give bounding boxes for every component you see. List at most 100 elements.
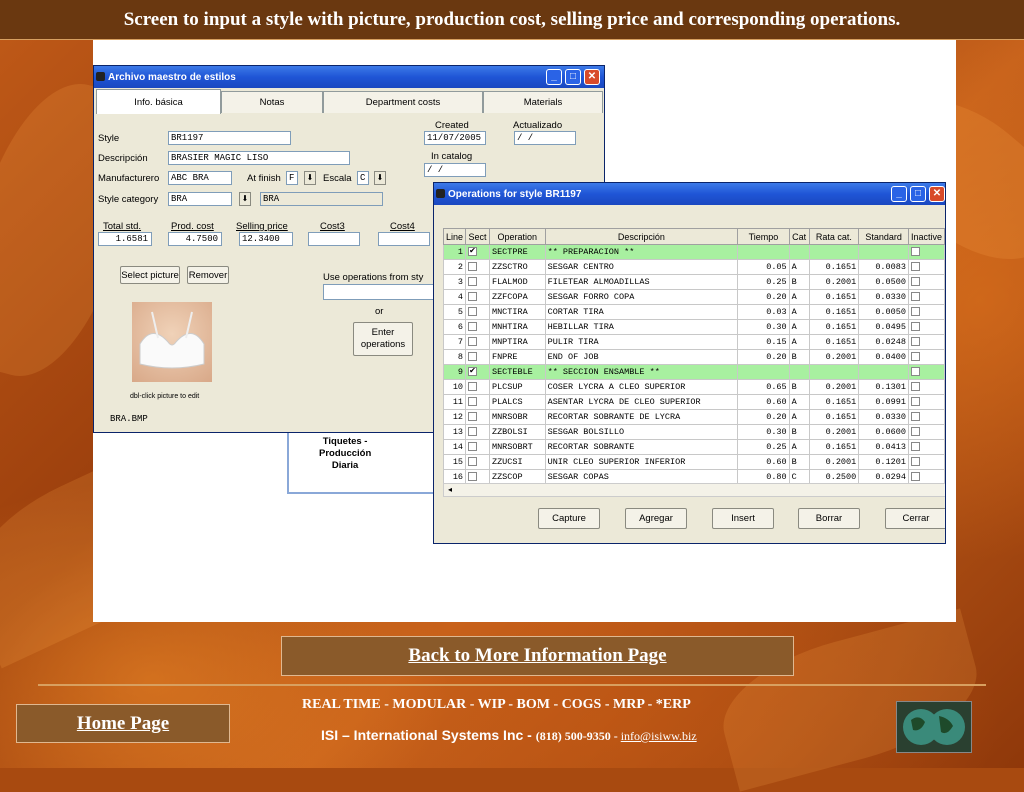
inactive-checkbox[interactable]	[907, 409, 945, 425]
enter-operations-button[interactable]: Enter operations	[353, 322, 413, 356]
tab-info-basica[interactable]: Info. básica	[96, 89, 221, 114]
table-row[interactable]: 15 ZZUCSI UNIR CLEO SUPERIOR INFERIOR 0.60 B…	[442, 454, 945, 470]
created-field[interactable]: 11/07/2005	[424, 131, 486, 145]
inactive-checkbox[interactable]	[907, 439, 945, 455]
product-picture[interactable]	[132, 302, 212, 382]
home-link[interactable]: Home Page	[77, 713, 169, 735]
table-row[interactable]: 5 MNCTIRA CORTAR TIRA 0.03 A 0.1651 0.0050	[442, 304, 945, 320]
table-row[interactable]: 11 PLALCS ASENTAR LYCRA DE CLEO SUPERIOR 0.…	[442, 394, 945, 410]
sect-checkbox[interactable]	[465, 394, 490, 410]
close-button[interactable]: ✕	[584, 69, 600, 85]
table-row[interactable]: 3 FLALMOD FILETEAR ALMOADILLAS 0.25 B 0.2001 0…	[442, 274, 945, 290]
capture-button[interactable]: Capture	[538, 508, 600, 529]
column-header[interactable]: Inactive	[907, 228, 945, 245]
sect-checkbox[interactable]: ✔	[465, 244, 490, 260]
use-ops-field[interactable]	[323, 284, 443, 300]
column-header[interactable]: Line	[442, 228, 467, 245]
selling-price-field[interactable]: 12.3400	[239, 232, 293, 246]
table-row[interactable]: 10 PLCSUP COSER LYCRA A CLEO SUPERIOR 0.65 B…	[442, 379, 945, 395]
cost4-field[interactable]	[378, 232, 430, 246]
table-row[interactable]: 12 MNRSOBR RECORTAR SOBRANTE DE LYCRA 0.20 A…	[442, 409, 945, 425]
column-header[interactable]: Standard	[858, 228, 909, 245]
inactive-checkbox[interactable]	[907, 304, 945, 320]
tab-notas[interactable]: Notas	[221, 91, 323, 113]
inactive-checkbox[interactable]	[907, 454, 945, 470]
table-row[interactable]: 13 ZZBOLSI SESGAR BOLSILLO 0.30 B 0.2001 0.060…	[442, 424, 945, 440]
manufacturero-field[interactable]: ABC BRA	[168, 171, 232, 185]
maximize-button[interactable]: □	[565, 69, 581, 85]
in-catalog-field[interactable]: / /	[424, 163, 486, 177]
table-row[interactable]: 9 ✔ SECTEBLE ** SECCION ENSAMBLE **	[442, 364, 945, 380]
style-category-dropdown-icon[interactable]: ⬇	[239, 192, 251, 206]
sect-checkbox[interactable]	[465, 454, 490, 470]
table-row[interactable]: 6 MNHTIRA HEBILLAR TIRA 0.30 A 0.1651 0.0495	[442, 319, 945, 335]
back-link-box[interactable]: Back to More Information Page	[281, 636, 794, 676]
tab-materials[interactable]: Materials	[483, 91, 603, 113]
sect-checkbox[interactable]: ✔	[465, 364, 490, 380]
cell-cat: A	[788, 304, 810, 320]
scroll-left-icon[interactable]: ◂	[444, 484, 456, 496]
close-button[interactable]: ✕	[929, 186, 945, 202]
inactive-checkbox[interactable]	[907, 394, 945, 410]
inactive-checkbox[interactable]	[907, 424, 945, 440]
home-link-box[interactable]: Home Page	[16, 704, 230, 743]
total-std-field[interactable]: 1.6581	[98, 232, 152, 246]
inactive-checkbox[interactable]	[907, 274, 945, 290]
table-row[interactable]: 2 ZZSCTRO SESGAR CENTRO 0.05 A 0.1651 0.0083	[442, 259, 945, 275]
style-field[interactable]: BR1197	[168, 131, 291, 145]
agregar-button[interactable]: Agregar	[625, 508, 687, 529]
horizontal-scrollbar[interactable]: ◂	[443, 483, 945, 497]
sect-checkbox[interactable]	[465, 409, 490, 425]
sect-checkbox[interactable]	[465, 424, 490, 440]
actualizado-field[interactable]: / /	[514, 131, 576, 145]
inactive-checkbox[interactable]	[907, 349, 945, 365]
sect-checkbox[interactable]	[465, 289, 490, 305]
tab-department-costs[interactable]: Department costs	[323, 91, 483, 113]
inactive-checkbox[interactable]	[907, 364, 945, 380]
escala-field[interactable]: C	[357, 171, 369, 185]
column-header[interactable]: Tiempo	[737, 228, 790, 245]
prod-cost-field[interactable]: 4.7500	[168, 232, 222, 246]
minimize-button[interactable]: _	[891, 186, 907, 202]
table-row[interactable]: 7 MNPTIRA PULIR TIRA 0.15 A 0.1651 0.0248	[442, 334, 945, 350]
inactive-checkbox[interactable]	[907, 379, 945, 395]
escala-dropdown-icon[interactable]: ⬇	[374, 171, 386, 185]
sect-checkbox[interactable]	[465, 439, 490, 455]
at-finish-field[interactable]: F	[286, 171, 298, 185]
cost3-field[interactable]	[308, 232, 360, 246]
select-picture-button[interactable]: Select picture	[120, 266, 180, 284]
borrar-button[interactable]: Borrar	[798, 508, 860, 529]
sect-checkbox[interactable]	[465, 259, 490, 275]
column-header[interactable]: Rata cat.	[808, 228, 860, 245]
table-row[interactable]: 4 ZZFCOPA SESGAR FORRO COPA 0.20 A 0.1651 0.03…	[442, 289, 945, 305]
style-category-field[interactable]: BRA	[168, 192, 232, 206]
insert-button[interactable]: Insert	[712, 508, 774, 529]
column-header[interactable]: Cat	[788, 228, 810, 245]
sect-checkbox[interactable]	[465, 334, 490, 350]
sect-checkbox[interactable]	[465, 349, 490, 365]
inactive-checkbox[interactable]	[907, 289, 945, 305]
sect-checkbox[interactable]	[465, 319, 490, 335]
cerrar-button[interactable]: Cerrar	[885, 508, 945, 529]
descripcion-field[interactable]: BRASIER MAGIC LISO	[168, 151, 350, 165]
inactive-checkbox[interactable]	[907, 259, 945, 275]
inactive-checkbox[interactable]	[907, 319, 945, 335]
table-row[interactable]: 14 MNRSOBRT RECORTAR SOBRANTE 0.25 A 0.1651 0.…	[442, 439, 945, 455]
maximize-button[interactable]: □	[910, 186, 926, 202]
back-link[interactable]: Back to More Information Page	[408, 645, 666, 667]
cell-std: 0.1301	[858, 379, 909, 395]
column-header[interactable]: Descripción	[544, 228, 739, 245]
table-row[interactable]: 1 ✔ SECTPRE ** PREPARACION **	[442, 244, 945, 260]
sect-checkbox[interactable]	[465, 304, 490, 320]
remover-button[interactable]: Remover	[187, 266, 229, 284]
table-row[interactable]: 8 FNPRE END OF JOB 0.20 B 0.2001 0.0400	[442, 349, 945, 365]
at-finish-dropdown-icon[interactable]: ⬇	[304, 171, 316, 185]
minimize-button[interactable]: _	[546, 69, 562, 85]
sect-checkbox[interactable]	[465, 274, 490, 290]
inactive-checkbox[interactable]	[907, 334, 945, 350]
column-header[interactable]: Operation	[488, 228, 546, 245]
footer-email[interactable]: info@isiww.biz	[621, 729, 697, 743]
sect-checkbox[interactable]	[465, 379, 490, 395]
inactive-checkbox[interactable]	[907, 244, 945, 260]
column-header[interactable]: Sect	[465, 228, 490, 245]
